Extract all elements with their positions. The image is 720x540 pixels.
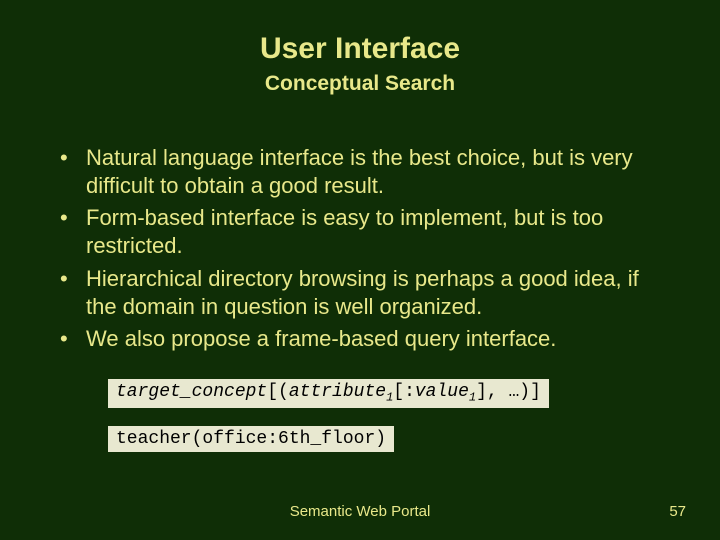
code-text: target_concept [116,382,267,402]
bullet-icon: • [60,144,86,200]
slide-subtitle: Conceptual Search [0,72,720,96]
list-item: • Hierarchical directory browsing is per… [60,265,666,321]
slide-title: User Interface [0,0,720,66]
list-item: • We also propose a frame-based query in… [60,325,666,353]
bullet-icon: • [60,325,86,353]
code-text: value [415,382,469,402]
code-text: [( [267,382,289,402]
code-text: attribute [289,382,386,402]
bullet-icon: • [60,265,86,321]
code-syntax-box: target_concept[(attribute1[:value1], …)] [108,379,549,408]
bullet-text: Hierarchical directory browsing is perha… [86,265,666,321]
bullet-icon: • [60,204,86,260]
footer-text: Semantic Web Portal [0,503,720,520]
code-text: [: [393,382,415,402]
code-text: ], …)] [476,382,541,402]
bullet-list: • Natural language interface is the best… [60,144,666,353]
code-example-box: teacher(office:6th_floor) [108,426,394,452]
subscript: 1 [469,391,476,405]
code-text: teacher(office:6th_floor) [116,429,386,449]
list-item: • Form-based interface is easy to implem… [60,204,666,260]
page-number: 57 [669,503,686,520]
list-item: • Natural language interface is the best… [60,144,666,200]
bullet-text: Form-based interface is easy to implemen… [86,204,666,260]
bullet-text: Natural language interface is the best c… [86,144,666,200]
bullet-text: We also propose a frame-based query inte… [86,325,556,353]
